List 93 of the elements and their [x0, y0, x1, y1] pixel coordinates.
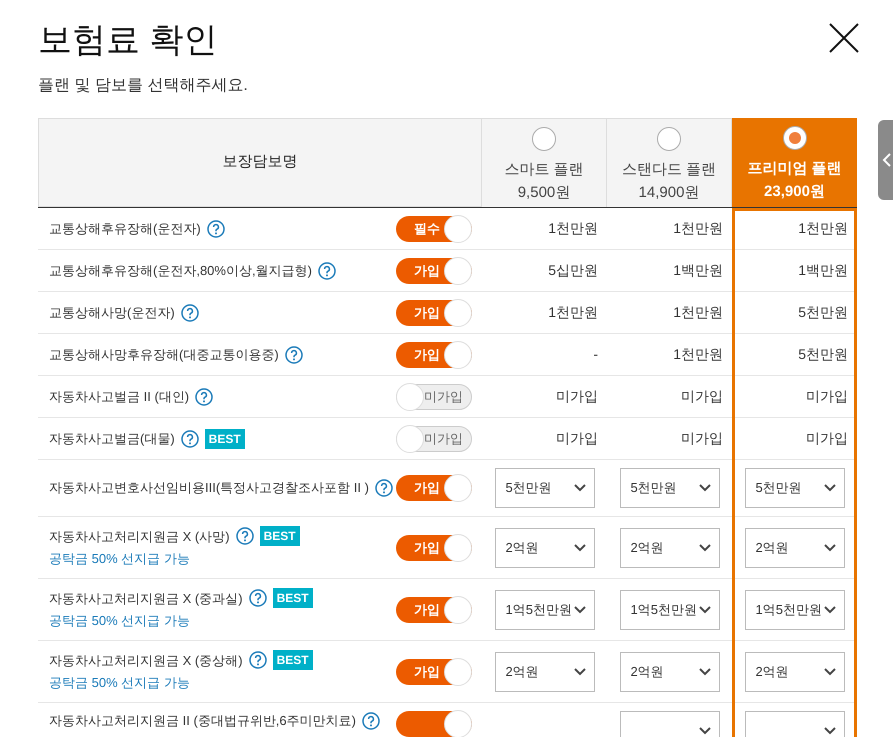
radio-button[interactable]	[782, 126, 806, 150]
dialog-subtitle: 플랜 및 담보를 선택해주세요.	[38, 76, 249, 96]
chevron-down-icon	[698, 668, 710, 676]
help-icon[interactable]	[206, 220, 225, 238]
coverage-amount: 미가입	[806, 429, 848, 448]
coverage-name: 자동차사고처리지원금 X (사망)	[49, 528, 230, 546]
coverage-name: 자동차사고벌금 II (대인)	[49, 388, 190, 406]
coverage-amount: 1천만원	[673, 345, 723, 364]
coverage-name: 교통상해후유장해(운전자)	[49, 220, 201, 238]
coverage-name: 자동차사고처리지원금 X (중상해)	[49, 652, 243, 670]
amount-select[interactable]: 1억5천만원	[620, 590, 720, 630]
coverage-amount: 미가입	[681, 429, 723, 448]
coverage-name: 자동차사고벌금(대물)	[49, 430, 175, 448]
chevron-down-icon	[824, 606, 836, 614]
coverage-amount: 1천만원	[673, 303, 723, 322]
plan-price: 9,500원	[518, 182, 570, 202]
help-icon[interactable]	[362, 712, 380, 730]
amount-select[interactable]: 5천만원	[744, 468, 844, 508]
help-icon[interactable]	[374, 479, 393, 497]
amount-select[interactable]: 2억원	[494, 652, 594, 692]
help-icon[interactable]	[318, 262, 336, 280]
help-icon[interactable]	[236, 527, 254, 546]
plan-name: 프리미엄 플랜	[747, 159, 842, 179]
coverage-amount: 1천만원	[548, 303, 598, 322]
toggle-switch[interactable]: 미가입	[396, 426, 472, 452]
table-header-cell: 보장담보명	[38, 118, 482, 207]
coverage-amount: 5천만원	[798, 345, 848, 364]
chevron-down-icon	[824, 668, 836, 676]
best-badge: BEST	[272, 588, 313, 608]
coverage-amount: -	[593, 345, 598, 364]
dialog-title: 보험료 확인	[38, 20, 218, 61]
coverage-note: 공탁금 50% 선지급 가능	[49, 674, 191, 692]
amount-select[interactable]: 5천만원	[620, 468, 720, 508]
coverage-note: 공탁금 50% 선지급 가능	[49, 612, 191, 630]
chevron-down-icon	[824, 544, 836, 552]
chevron-down-icon	[698, 484, 710, 492]
best-badge: BEST	[260, 526, 300, 546]
chevron-down-icon	[574, 544, 586, 552]
chevron-down-icon	[824, 727, 836, 735]
help-icon[interactable]	[248, 651, 267, 670]
coverage-amount: 미가입	[806, 387, 848, 406]
coverage-amount: 1천만원	[798, 219, 848, 238]
plan-name: 스마트 플랜	[504, 160, 584, 180]
chevron-down-icon	[698, 544, 710, 552]
coverage-note: 공탁금 50% 선지급 가능	[49, 550, 191, 568]
amount-select[interactable]: 1억5천만원	[494, 590, 594, 630]
coverage-name: 자동차사고처리지원금 II (중대법규위반,6주미만치료)	[49, 712, 356, 730]
coverage-amount: 미가입	[556, 387, 598, 406]
amount-select[interactable]: 2억원	[620, 652, 720, 692]
chevron-down-icon	[574, 606, 586, 614]
coverage-amount: 5십만원	[548, 261, 598, 280]
toggle-switch[interactable]: 미가입	[396, 384, 472, 410]
chevron-left-icon	[882, 153, 891, 167]
chevron-down-icon	[824, 484, 836, 492]
coverage-amount: 미가입	[556, 429, 598, 448]
help-icon[interactable]	[180, 430, 199, 448]
plan-header[interactable]: 스탠다드 플랜 14,900원	[607, 118, 732, 207]
coverage-name: 교통상해사망(운전자)	[49, 304, 175, 322]
coverage-amount: 1백만원	[798, 261, 848, 280]
coverage-name: 교통상해후유장해(운전자,80%이상,월지급형)	[49, 262, 312, 280]
radio-button[interactable]	[532, 127, 556, 151]
help-icon[interactable]	[195, 388, 214, 406]
amount-select[interactable]: 1억5천만원	[744, 590, 844, 630]
plan-name: 스탠다드 플랜	[622, 160, 716, 180]
amount-select[interactable]: 2억원	[744, 652, 844, 692]
chevron-down-icon	[574, 484, 586, 492]
help-icon[interactable]	[248, 589, 267, 608]
radio-button[interactable]	[657, 127, 681, 151]
coverage-name: 자동차사고처리지원금 X (중과실)	[49, 590, 243, 608]
best-badge: BEST	[204, 428, 245, 448]
coverage-amount: 1천만원	[673, 219, 723, 238]
help-icon[interactable]	[284, 346, 303, 364]
coverage-amount: 1천만원	[548, 219, 598, 238]
side-tab[interactable]	[878, 120, 893, 200]
coverage-name: 교통상해사망후유장해(대중교통이용중)	[49, 346, 279, 364]
coverage-amount: 1백만원	[673, 261, 723, 280]
amount-select[interactable]: 2억원	[620, 528, 720, 568]
plan-header[interactable]: 스마트 플랜 9,500원	[482, 118, 607, 207]
best-badge: BEST	[272, 650, 313, 670]
amount-select[interactable]: 5천만원	[494, 468, 594, 508]
toggle-switch[interactable]	[396, 711, 472, 737]
plan-price: 14,900원	[638, 182, 700, 202]
help-icon[interactable]	[180, 304, 199, 322]
coverage-amount: 미가입	[681, 387, 723, 406]
amount-select[interactable]: 2억원	[744, 528, 844, 568]
coverage-name: 자동차사고변호사선임비용III(특정사고경찰조사포함 II )	[49, 479, 369, 498]
coverage-amount: 5천만원	[798, 303, 848, 322]
amount-select[interactable]: 2억원	[494, 528, 594, 568]
chevron-down-icon	[698, 606, 710, 614]
chevron-down-icon	[698, 727, 710, 735]
plan-price: 23,900원	[764, 182, 825, 202]
close-icon[interactable]	[828, 22, 860, 54]
chevron-down-icon	[574, 668, 586, 676]
